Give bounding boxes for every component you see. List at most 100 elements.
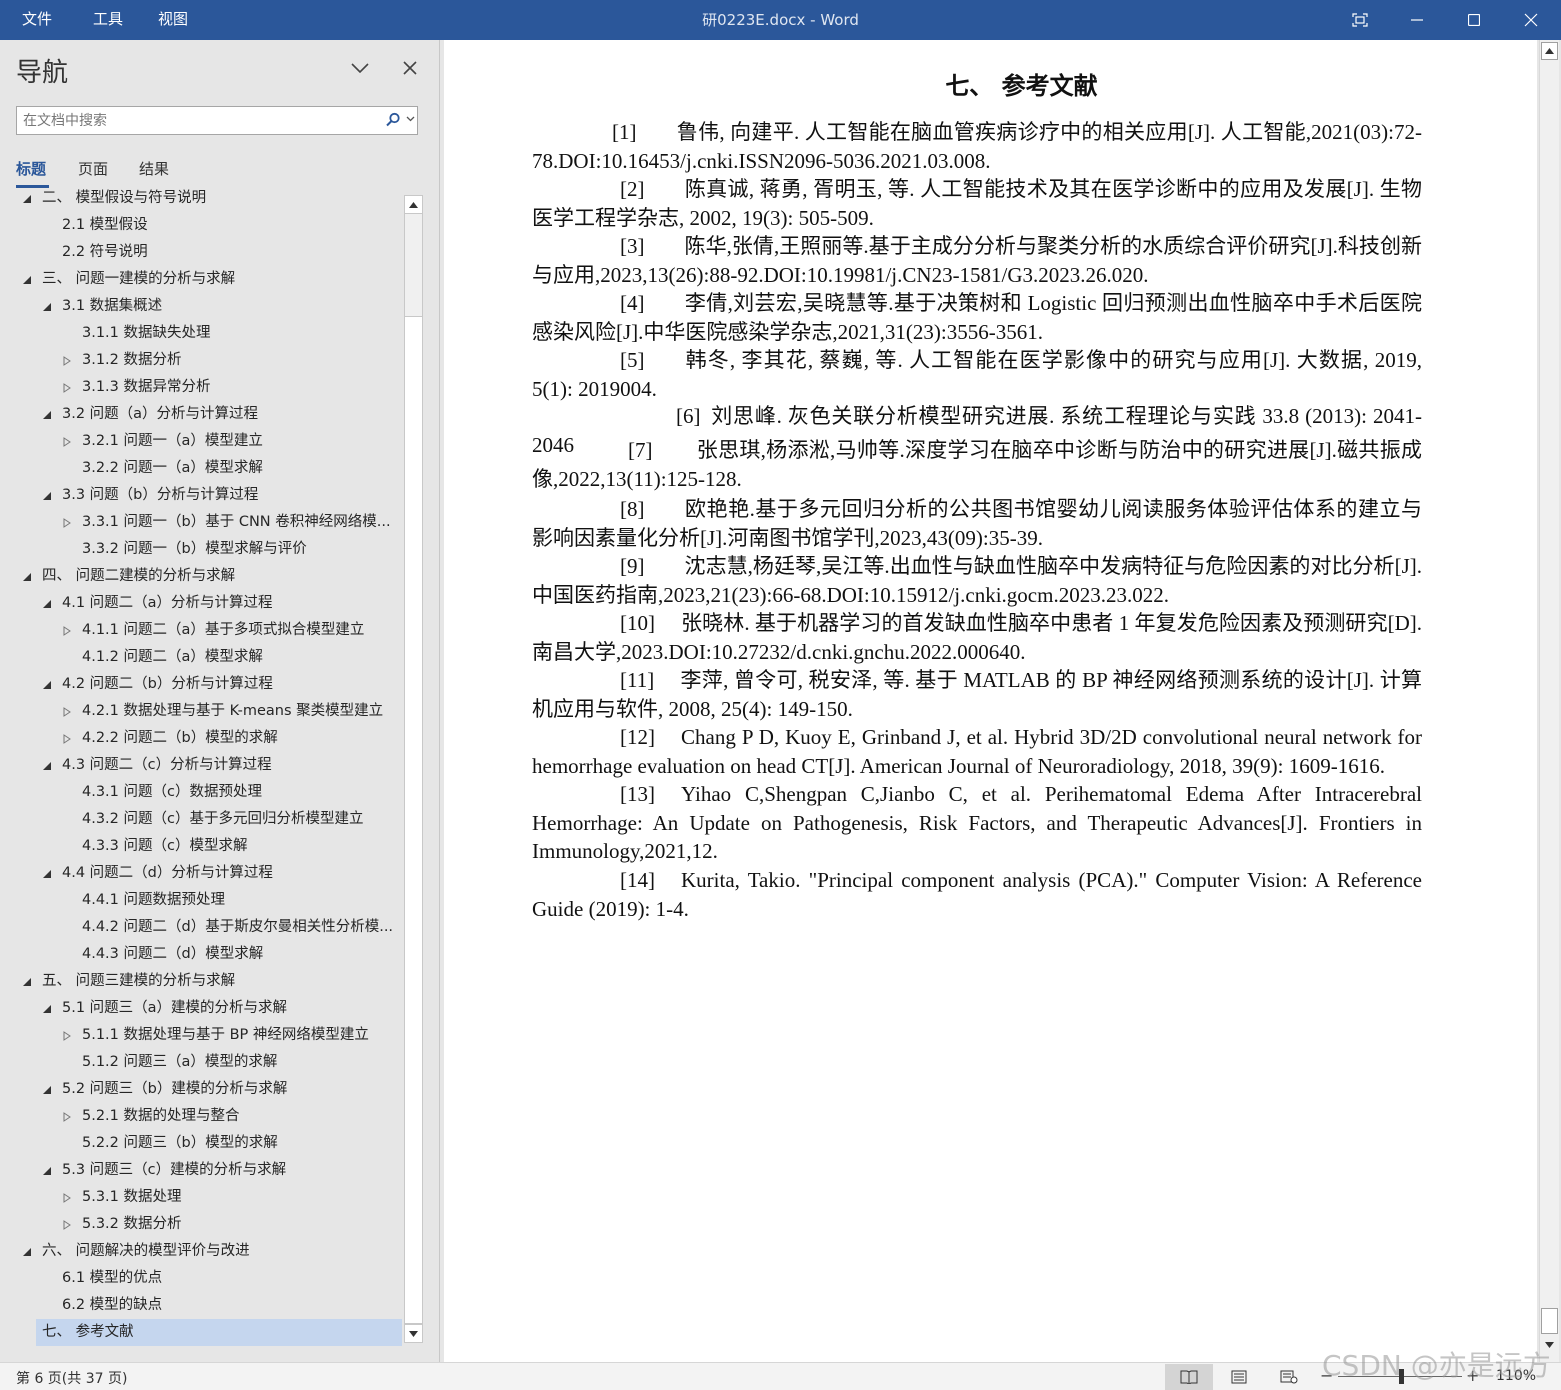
expanded-triangle-icon[interactable] xyxy=(22,275,32,285)
page-count-status[interactable]: 第 6 页(共 37 页) xyxy=(16,1368,127,1388)
nav-tree-item[interactable]: 5.3 问题三（c）建模的分析与求解 xyxy=(0,1157,402,1184)
nav-tree-item[interactable]: 七、 参考文献 xyxy=(0,1319,402,1346)
collapsed-triangle-icon[interactable] xyxy=(62,707,72,717)
nav-tree-item[interactable]: 5.2.1 数据的处理与整合 xyxy=(0,1103,402,1130)
expanded-triangle-icon[interactable] xyxy=(42,302,52,312)
nav-tree-item[interactable]: 3.3 问题（b）分析与计算过程 xyxy=(0,482,402,509)
scroll-down-button[interactable] xyxy=(405,1324,422,1342)
collapsed-triangle-icon[interactable] xyxy=(62,518,72,528)
nav-tree-item[interactable]: 3.3.2 问题一（b）模型求解与评价 xyxy=(0,536,402,563)
nav-tree-item[interactable]: 5.3.2 数据分析 xyxy=(0,1211,402,1238)
zoom-slider-thumb[interactable] xyxy=(1399,1369,1404,1384)
collapsed-triangle-icon[interactable] xyxy=(62,1220,72,1230)
nav-tree-item[interactable]: 4.3.1 问题（c）数据预处理 xyxy=(0,779,402,806)
collapsed-triangle-icon[interactable] xyxy=(62,1112,72,1122)
collapsed-triangle-icon[interactable] xyxy=(62,734,72,744)
expanded-triangle-icon[interactable] xyxy=(42,869,52,879)
tab-pages[interactable]: 页面 xyxy=(78,158,108,179)
expanded-triangle-icon[interactable] xyxy=(42,491,52,501)
menu-file[interactable]: 文件 xyxy=(22,0,52,40)
nav-tree-item[interactable]: 6.1 模型的优点 xyxy=(0,1265,402,1292)
collapsed-triangle-icon[interactable] xyxy=(62,437,72,447)
nav-tree-item[interactable]: 3.2.1 问题一（a）模型建立 xyxy=(0,428,402,455)
collapsed-triangle-icon[interactable] xyxy=(62,383,72,393)
nav-tree-item[interactable]: 五、 问题三建模的分析与求解 xyxy=(0,968,402,995)
nav-tree-item[interactable]: 4.3.3 问题（c）模型求解 xyxy=(0,833,402,860)
document-scrollbar[interactable] xyxy=(1539,40,1559,1362)
nav-tree-item[interactable]: 3.1.1 数据缺失处理 xyxy=(0,320,402,347)
nav-tree-item[interactable]: 5.2.2 问题三（b）模型的求解 xyxy=(0,1130,402,1157)
scroll-up-button[interactable] xyxy=(405,196,422,214)
scrollbar-thumb[interactable] xyxy=(1541,1308,1558,1334)
tab-results[interactable]: 结果 xyxy=(139,158,169,179)
nav-tree-item[interactable]: 6.2 模型的缺点 xyxy=(0,1292,402,1319)
expanded-triangle-icon[interactable] xyxy=(42,680,52,690)
nav-close-button[interactable] xyxy=(396,54,424,82)
menu-tools[interactable]: 工具 xyxy=(93,0,123,40)
expanded-triangle-icon[interactable] xyxy=(22,1247,32,1257)
nav-tree-item[interactable]: 4.1.2 问题二（a）模型求解 xyxy=(0,644,402,671)
collapsed-triangle-icon[interactable] xyxy=(62,1031,72,1041)
scrollbar-thumb[interactable] xyxy=(405,316,422,1324)
tab-headings[interactable]: 标题 xyxy=(16,158,46,179)
expanded-triangle-icon[interactable] xyxy=(42,761,52,771)
zoom-out-button[interactable]: − xyxy=(1320,1366,1333,1385)
expanded-triangle-icon[interactable] xyxy=(42,410,52,420)
print-layout-button[interactable] xyxy=(1215,1364,1263,1390)
nav-tree-item[interactable]: 4.2 问题二（b）分析与计算过程 xyxy=(0,671,402,698)
nav-tree-item[interactable]: 5.2 问题三（b）建模的分析与求解 xyxy=(0,1076,402,1103)
nav-tree-item[interactable]: 三、 问题一建模的分析与求解 xyxy=(0,266,402,293)
nav-tree-item[interactable]: 4.2.1 数据处理与基于 K-means 聚类模型建立 xyxy=(0,698,402,725)
nav-tree-item[interactable]: 5.1 问题三（a）建模的分析与求解 xyxy=(0,995,402,1022)
expanded-triangle-icon[interactable] xyxy=(42,1085,52,1095)
nav-tree-item[interactable]: 2.1 模型假设 xyxy=(0,212,402,239)
nav-tree-item[interactable]: 4.1 问题二（a）分析与计算过程 xyxy=(0,590,402,617)
zoom-level[interactable]: 110% xyxy=(1496,1368,1536,1384)
read-mode-button[interactable] xyxy=(1165,1364,1213,1390)
nav-tree-item[interactable]: 4.3.2 问题（c）基于多元回归分析模型建立 xyxy=(0,806,402,833)
nav-tree-item[interactable]: 3.2.2 问题一（a）模型求解 xyxy=(0,455,402,482)
web-layout-button[interactable] xyxy=(1265,1364,1313,1390)
expanded-triangle-icon[interactable] xyxy=(42,599,52,609)
nav-tree-item[interactable]: 六、 问题解决的模型评价与改进 xyxy=(0,1238,402,1265)
search-icon[interactable] xyxy=(385,112,401,128)
close-button[interactable] xyxy=(1503,0,1559,40)
nav-tree-item[interactable]: 4.4 问题二（d）分析与计算过程 xyxy=(0,860,402,887)
nav-tree-item[interactable]: 5.1.1 数据处理与基于 BP 神经网络模型建立 xyxy=(0,1022,402,1049)
minimize-button[interactable] xyxy=(1389,0,1445,40)
nav-options-button[interactable] xyxy=(346,54,374,82)
collapsed-triangle-icon[interactable] xyxy=(62,626,72,636)
nav-tree-item[interactable]: 4.4.1 问题数据预处理 xyxy=(0,887,402,914)
nav-tree-item[interactable]: 3.1 数据集概述 xyxy=(0,293,402,320)
nav-tree-item[interactable]: 5.1.2 问题三（a）模型的求解 xyxy=(0,1049,402,1076)
focus-mode-button[interactable] xyxy=(1332,0,1388,40)
expanded-triangle-icon[interactable] xyxy=(42,1166,52,1176)
chevron-down-icon[interactable] xyxy=(406,116,415,122)
nav-tree-item[interactable]: 4.4.3 问题二（d）模型求解 xyxy=(0,941,402,968)
collapsed-triangle-icon[interactable] xyxy=(62,356,72,366)
search-input[interactable] xyxy=(23,111,373,131)
nav-scrollbar[interactable] xyxy=(404,195,423,1343)
nav-tree-item[interactable]: 4.4.2 问题二（d）基于斯皮尔曼相关性分析模... xyxy=(0,914,402,941)
expanded-triangle-icon[interactable] xyxy=(22,194,32,204)
expanded-triangle-icon[interactable] xyxy=(42,1004,52,1014)
nav-tree-item[interactable]: 2.2 符号说明 xyxy=(0,239,402,266)
nav-tree-item[interactable]: 4.3 问题二（c）分析与计算过程 xyxy=(0,752,402,779)
nav-tree-item[interactable]: 3.1.3 数据异常分析 xyxy=(0,374,402,401)
nav-tree-item[interactable]: 3.2 问题（a）分析与计算过程 xyxy=(0,401,402,428)
nav-tree-item[interactable]: 4.2.2 问题二（b）模型的求解 xyxy=(0,725,402,752)
nav-tree-item[interactable]: 4.1.1 问题二（a）基于多项式拟合模型建立 xyxy=(0,617,402,644)
expanded-triangle-icon[interactable] xyxy=(22,572,32,582)
nav-tree-item[interactable]: 四、 问题二建模的分析与求解 xyxy=(0,563,402,590)
maximize-button[interactable] xyxy=(1446,0,1502,40)
scroll-down-button[interactable] xyxy=(1541,1338,1558,1352)
zoom-in-button[interactable]: + xyxy=(1466,1366,1479,1385)
nav-tree-item[interactable]: 二、 模型假设与符号说明 xyxy=(0,187,402,212)
nav-tree-item[interactable]: 3.3.1 问题一（b）基于 CNN 卷积神经网络模... xyxy=(0,509,402,536)
nav-tree-item[interactable]: 5.3.1 数据处理 xyxy=(0,1184,402,1211)
document-page[interactable]: 七、 参考文献 [1] 鲁伟, 向建平. 人工智能在脑血管疾病诊疗中的相关应用[J… xyxy=(444,40,1537,1362)
menu-view[interactable]: 视图 xyxy=(158,0,188,40)
scroll-up-button[interactable] xyxy=(1541,42,1558,60)
expanded-triangle-icon[interactable] xyxy=(22,977,32,987)
nav-tree-item[interactable]: 3.1.2 数据分析 xyxy=(0,347,402,374)
